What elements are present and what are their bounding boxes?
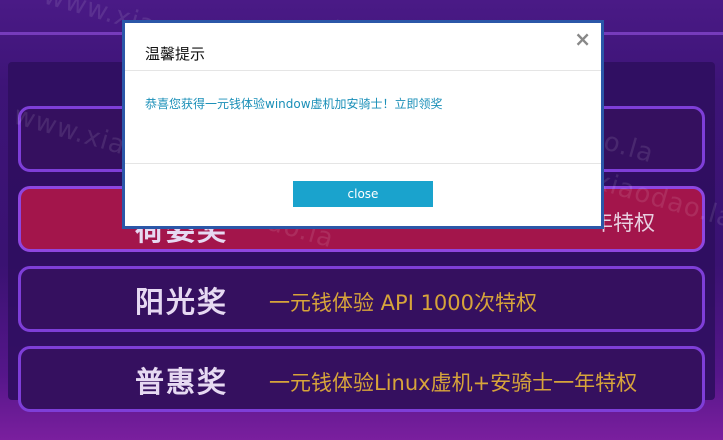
prize-desc: 一元钱体验Linux虚机+安骑士一年特权 xyxy=(269,371,638,395)
prize-name: 阳光奖 xyxy=(135,285,229,319)
prize-row-3[interactable]: 阳光奖 一元钱体验 API 1000次特权 xyxy=(18,266,705,332)
prize-name: 普惠奖 xyxy=(135,365,229,399)
close-icon[interactable]: × xyxy=(574,29,591,49)
modal-title: 温馨提示 xyxy=(145,45,206,63)
prize-row-4[interactable]: 普惠奖 一元钱体验Linux虚机+安骑士一年特权 xyxy=(18,346,705,412)
modal-footer-divider xyxy=(125,163,601,164)
modal-frame: 温馨提示 × 恭喜您获得一元钱体验window虚机加安骑士！立即领奖 close xyxy=(122,20,604,229)
modal-message[interactable]: 恭喜您获得一元钱体验window虚机加安骑士！立即领奖 xyxy=(145,95,443,112)
prize-desc: 一元钱体验 API 1000次特权 xyxy=(269,291,538,315)
close-button[interactable]: close xyxy=(293,181,433,207)
modal-dialog: 温馨提示 × 恭喜您获得一元钱体验window虚机加安骑士！立即领奖 close xyxy=(125,23,601,226)
modal-divider xyxy=(125,70,601,71)
